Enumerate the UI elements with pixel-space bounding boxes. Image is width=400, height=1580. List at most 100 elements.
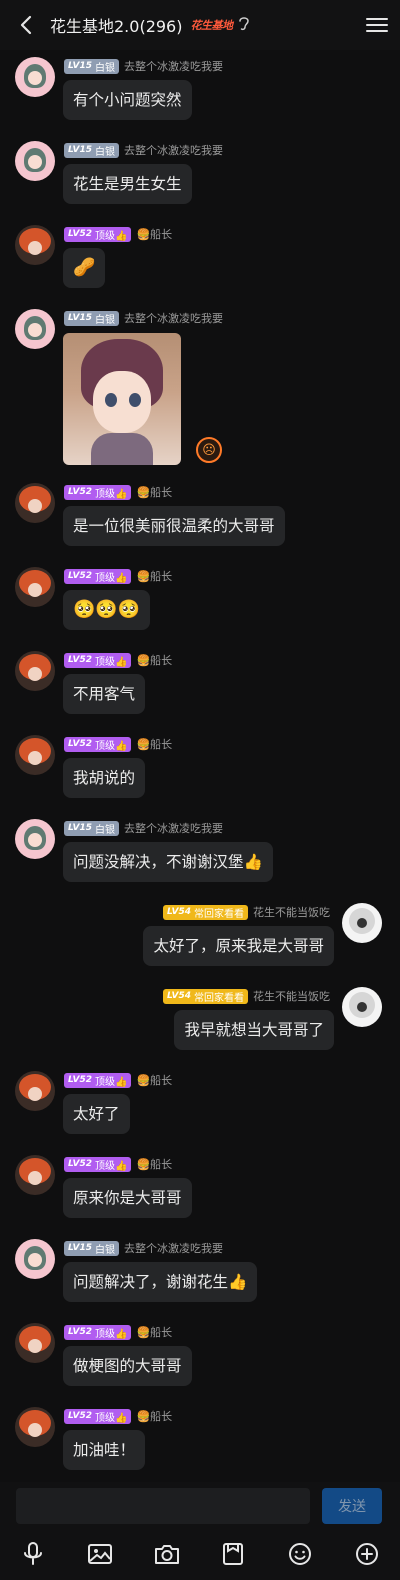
avatar[interactable] bbox=[15, 1071, 55, 1111]
level-badge: LV52 顶级👍 bbox=[64, 1324, 132, 1340]
sender-name: 去整个冰激凌吃我要 bbox=[124, 60, 223, 73]
sender-name: 🍔船长 bbox=[136, 570, 173, 583]
sender-name: 🍔船长 bbox=[136, 486, 173, 499]
sender-meta: LV54 常回家看看 花生不能当饭吃 bbox=[163, 987, 330, 1005]
plus-icon[interactable] bbox=[350, 1537, 384, 1571]
send-button[interactable]: 发送 bbox=[322, 1488, 382, 1524]
sender-name: 去整个冰激凌吃我要 bbox=[124, 822, 223, 835]
sender-meta: LV15 白银 去整个冰激凌吃我要 bbox=[64, 819, 223, 837]
sender-meta: LV52 顶级👍 🍔船长 bbox=[64, 483, 172, 501]
sender-meta: LV52 顶级👍 🍔船长 bbox=[64, 1407, 172, 1425]
sender-meta: LV52 顶级👍 🍔船长 bbox=[64, 1155, 172, 1173]
avatar[interactable] bbox=[15, 483, 55, 523]
message-bubble[interactable]: 不用客气 bbox=[63, 674, 146, 714]
avatar[interactable] bbox=[15, 1407, 55, 1447]
menu-bar bbox=[366, 18, 388, 20]
message-bubble[interactable]: 做梗图的大哥哥 bbox=[63, 1346, 192, 1386]
sender-meta: LV15 白银 去整个冰激凌吃我要 bbox=[64, 1239, 223, 1257]
level-badge: LV52 顶级👍 bbox=[64, 568, 132, 584]
level-badge: LV15 白银 bbox=[64, 58, 119, 74]
sender-name: 🍔船长 bbox=[136, 1410, 173, 1423]
sender-name: 🍔船长 bbox=[136, 654, 173, 667]
message-bubble[interactable]: 我早就想当大哥哥了 bbox=[174, 1010, 334, 1050]
brand-logo: 花生基地 bbox=[190, 19, 233, 32]
image-icon[interactable] bbox=[83, 1537, 117, 1571]
sender-name: 花生不能当饭吃 bbox=[253, 906, 330, 919]
level-badge: LV52 顶级👍 bbox=[64, 1408, 132, 1424]
sender-meta: LV15 白银 去整个冰激凌吃我要 bbox=[64, 141, 223, 159]
sender-name: 🍔船长 bbox=[136, 1074, 173, 1087]
avatar[interactable] bbox=[15, 819, 55, 859]
input-toolbar bbox=[0, 1527, 400, 1580]
message-bubble[interactable]: 🥺🥺🥺 bbox=[63, 590, 151, 630]
sender-name: 🍔船长 bbox=[136, 1326, 173, 1339]
sender-name: 去整个冰激凌吃我要 bbox=[124, 144, 223, 157]
level-badge: LV52 顶级👍 bbox=[64, 652, 132, 668]
message-bubble[interactable]: 我胡说的 bbox=[63, 758, 146, 798]
sender-name: 🍔船长 bbox=[136, 228, 173, 241]
sender-meta: LV54 常回家看看 花生不能当饭吃 bbox=[163, 903, 330, 921]
sender-name: 花生不能当饭吃 bbox=[253, 990, 330, 1003]
avatar[interactable] bbox=[15, 225, 55, 265]
avatar[interactable] bbox=[15, 1239, 55, 1279]
anime-girl-sticker-image[interactable] bbox=[63, 333, 181, 465]
avatar[interactable] bbox=[15, 57, 55, 97]
avatar[interactable] bbox=[15, 141, 55, 181]
sender-meta: LV15 白银 去整个冰激凌吃我要 bbox=[64, 309, 223, 327]
microphone-icon[interactable] bbox=[16, 1537, 50, 1571]
sticker-icon[interactable] bbox=[216, 1537, 250, 1571]
message-bubble[interactable]: 原来你是大哥哥 bbox=[63, 1178, 192, 1218]
avatar[interactable] bbox=[15, 567, 55, 607]
sender-name: 🍔船长 bbox=[136, 1158, 173, 1171]
avatar[interactable] bbox=[15, 1155, 55, 1195]
level-badge: LV52 顶级👍 bbox=[64, 484, 132, 500]
level-badge: LV15 白银 bbox=[64, 1240, 119, 1256]
level-badge: LV52 顶级👍 bbox=[64, 1072, 132, 1088]
menu-button[interactable] bbox=[366, 14, 388, 36]
menu-bar bbox=[366, 30, 388, 32]
message-bubble[interactable]: 🥜 bbox=[63, 248, 106, 288]
message-bubble[interactable]: 有个小问题突然 bbox=[63, 80, 192, 120]
avatar[interactable] bbox=[15, 1323, 55, 1363]
avatar[interactable] bbox=[15, 735, 55, 775]
emoji-icon[interactable] bbox=[283, 1537, 317, 1571]
chat-header: 花生基地2.0(296) 花生基地 bbox=[0, 0, 400, 50]
sender-meta: LV52 顶级👍 🍔船长 bbox=[64, 651, 172, 669]
sender-name: 去整个冰激凌吃我要 bbox=[124, 312, 223, 325]
menu-bar bbox=[366, 24, 388, 26]
level-badge: LV52 顶级👍 bbox=[64, 736, 132, 752]
composer-bar: 发送 bbox=[0, 1482, 400, 1527]
message-bubble[interactable]: 花生是男生女生 bbox=[63, 164, 192, 204]
level-badge: LV52 顶级👍 bbox=[64, 1156, 132, 1172]
avatar[interactable] bbox=[342, 903, 382, 943]
sender-meta: LV52 顶级👍 🍔船长 bbox=[64, 735, 172, 753]
avatar[interactable] bbox=[15, 309, 55, 349]
level-badge: LV15 白银 bbox=[64, 820, 119, 836]
message-bubble[interactable]: 问题解决了，谢谢花生👍 bbox=[63, 1262, 258, 1302]
ear-icon[interactable] bbox=[238, 15, 250, 35]
sender-meta: LV52 顶级👍 🍔船长 bbox=[64, 1071, 172, 1089]
sender-meta: LV52 顶级👍 🍔船长 bbox=[64, 225, 172, 243]
avatar[interactable] bbox=[15, 651, 55, 691]
sender-name: 去整个冰激凌吃我要 bbox=[124, 1242, 223, 1255]
message-bubble[interactable]: 加油哇！ bbox=[63, 1430, 146, 1470]
level-badge: LV54 常回家看看 bbox=[163, 904, 248, 920]
chevron-left-icon bbox=[20, 15, 32, 35]
sender-meta: LV52 顶级👍 🍔船长 bbox=[64, 1323, 172, 1341]
sticker-emoji-badge-icon: ☹ bbox=[196, 437, 222, 463]
back-button[interactable] bbox=[12, 11, 40, 39]
level-badge: LV54 常回家看看 bbox=[163, 988, 248, 1004]
message-bubble[interactable]: 太好了 bbox=[63, 1094, 130, 1134]
message-bubble[interactable]: 太好了，原来我是大哥哥 bbox=[143, 926, 334, 966]
level-badge: LV15 白银 bbox=[64, 310, 119, 326]
avatar[interactable] bbox=[342, 987, 382, 1027]
message-bubble[interactable]: 是一位很美丽很温柔的大哥哥 bbox=[63, 506, 285, 546]
sender-meta: LV52 顶级👍 🍔船长 bbox=[64, 567, 172, 585]
message-bubble[interactable]: 问题没解决，不谢谢汉堡👍 bbox=[63, 842, 273, 882]
group-title: 花生基地2.0(296) bbox=[50, 17, 183, 36]
level-badge: LV52 顶级👍 bbox=[64, 226, 132, 242]
message-input[interactable] bbox=[16, 1488, 310, 1524]
sender-meta: LV15 白银 去整个冰激凌吃我要 bbox=[64, 57, 223, 75]
sender-name: 🍔船长 bbox=[136, 738, 173, 751]
camera-icon[interactable] bbox=[150, 1537, 184, 1571]
